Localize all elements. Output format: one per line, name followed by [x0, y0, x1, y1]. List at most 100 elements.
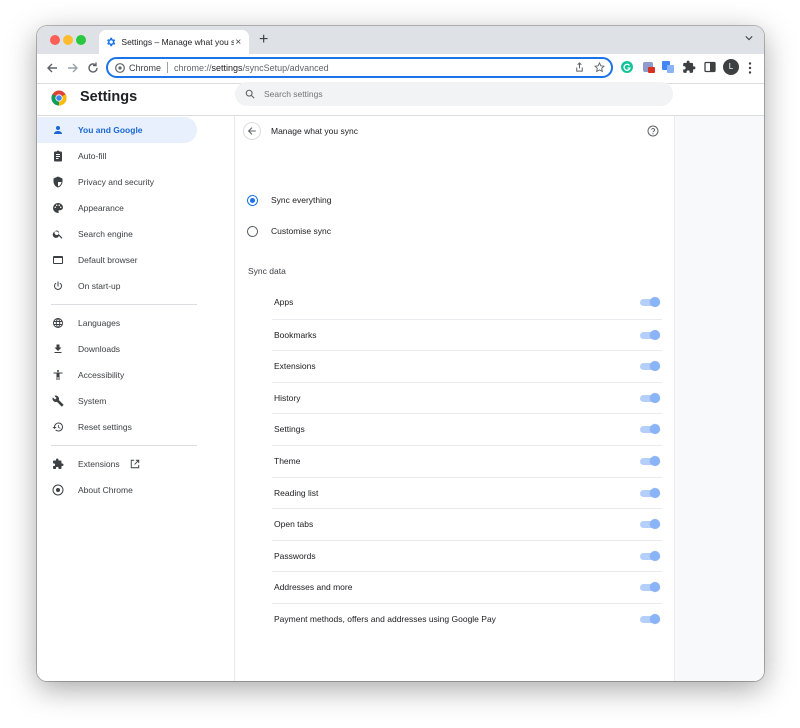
search-box[interactable] [235, 82, 673, 106]
sidebar-item-label: You and Google [78, 125, 143, 135]
customise-sync-option[interactable]: Customise sync [247, 224, 331, 238]
globe-icon [51, 316, 65, 330]
new-tab-button[interactable]: + [259, 31, 268, 49]
sidebar-item-autofill[interactable]: Auto-fill [37, 143, 197, 169]
sidebar-item-label: Extensions [78, 459, 120, 469]
sync-data-heading: Sync data [248, 266, 286, 276]
toggle-knob [650, 550, 660, 561]
minimize-window-button[interactable] [63, 35, 73, 45]
gear-icon [107, 37, 116, 47]
chrome-icon [51, 483, 65, 497]
sidebar-item-extensions[interactable]: Extensions [37, 451, 197, 477]
reset-icon [51, 420, 65, 434]
toggle-reading-list[interactable] [640, 487, 660, 498]
toggle-addresses[interactable] [640, 582, 660, 593]
star-icon[interactable] [594, 62, 605, 73]
sync-row-bookmarks: Bookmarks [272, 318, 662, 351]
sidebar-item-accessibility[interactable]: Accessibility [37, 362, 197, 388]
back-button[interactable] [243, 122, 261, 140]
tab-title: Settings – Manage what you sync [121, 37, 234, 47]
sync-item-label: Open tabs [274, 519, 314, 530]
sidebar-item-search-engine[interactable]: Search engine [37, 221, 197, 247]
sidebar-item-label: On start-up [78, 281, 121, 291]
sync-item-label: History [274, 392, 301, 403]
radio-label: Customise sync [271, 226, 331, 236]
forward-arrow-icon[interactable] [66, 61, 80, 75]
sidebar-item-appearance[interactable]: Appearance [37, 195, 197, 221]
sidebar-item-about-chrome[interactable]: About Chrome [37, 477, 197, 503]
omnibox-separator [167, 62, 169, 73]
share-icon[interactable] [574, 62, 585, 73]
sidebar-item-label: System [78, 396, 107, 406]
sidebar-item-you-and-google[interactable]: You and Google [37, 117, 197, 143]
sidebar-item-on-startup[interactable]: On start-up [37, 273, 197, 299]
toggle-history[interactable] [640, 392, 660, 403]
toggle-knob [650, 424, 660, 435]
toggle-bookmarks[interactable] [640, 329, 660, 340]
url-scheme: chrome:// [174, 62, 212, 73]
more-menu-icon[interactable] [748, 61, 752, 75]
sync-row-settings: Settings [272, 413, 662, 445]
sync-row-apps: Apps [272, 287, 662, 319]
sync-row-history: History [272, 381, 662, 414]
grammarly-extension-icon[interactable] [620, 60, 634, 74]
sync-item-label: Payment methods, offers and addresses us… [274, 614, 496, 624]
side-panel-icon[interactable] [703, 60, 717, 74]
settings-header: Settings [37, 82, 764, 116]
sync-item-label: Extensions [274, 361, 316, 372]
accessibility-icon [51, 368, 65, 382]
toggle-knob [650, 582, 660, 593]
omnibox-actions [574, 62, 605, 73]
toggle-knob [650, 456, 660, 466]
sync-everything-option[interactable]: Sync everything [247, 193, 331, 207]
toggle-passwords[interactable] [640, 550, 660, 561]
toggle-extensions[interactable] [640, 361, 660, 372]
sidebar-item-label: Appearance [78, 203, 124, 213]
sidebar-item-default-browser[interactable]: Default browser [37, 247, 197, 273]
url-path: /syncSetup/advanced [242, 62, 329, 73]
sidebar-item-label: Accessibility [78, 370, 125, 380]
sidebar-item-reset-settings[interactable]: Reset settings [37, 414, 197, 440]
address-bar[interactable]: Chrome chrome://settings/syncSetup/advan… [106, 57, 613, 78]
search-input[interactable] [264, 89, 644, 99]
radio-label: Sync everything [271, 195, 332, 205]
sidebar-item-privacy[interactable]: Privacy and security [37, 169, 197, 195]
sync-row-passwords: Passwords [272, 539, 662, 572]
translate-extension-icon[interactable] [661, 60, 675, 74]
open-in-new-icon [130, 459, 139, 469]
shield-icon [51, 175, 65, 189]
radio-customise-sync[interactable] [247, 225, 258, 237]
toggle-knob [650, 297, 660, 307]
sidebar-item-languages[interactable]: Languages [37, 310, 197, 336]
sidebar-item-label: Search engine [78, 229, 133, 239]
zoom-window-button[interactable] [76, 35, 86, 45]
help-icon[interactable] [647, 125, 659, 137]
sidebar-item-label: About Chrome [78, 485, 133, 495]
toggle-payment-methods[interactable] [640, 614, 660, 624]
url-text[interactable]: chrome://settings/syncSetup/advanced [174, 63, 329, 73]
toggle-open-tabs[interactable] [640, 519, 660, 530]
puzzle-icon[interactable] [682, 60, 696, 74]
download-icon [51, 342, 65, 356]
back-arrow-icon[interactable] [45, 61, 59, 75]
profile-avatar[interactable]: L [723, 59, 739, 75]
toggle-theme[interactable] [640, 456, 660, 466]
reload-icon[interactable] [86, 61, 100, 75]
sidebar-divider [51, 304, 197, 305]
sidebar-item-label: Languages [78, 318, 121, 328]
sidebar-item-downloads[interactable]: Downloads [37, 336, 197, 362]
radio-sync-everything[interactable] [247, 194, 258, 206]
toggle-apps[interactable] [640, 297, 660, 307]
sidebar-item-system[interactable]: System [37, 388, 197, 414]
tab-close-icon[interactable]: × [234, 37, 244, 48]
extension-badge-icon[interactable] [642, 60, 656, 74]
browser-window: Settings – Manage what you sync × + Chro… [37, 26, 764, 681]
close-window-button[interactable] [50, 35, 60, 45]
toggle-knob [650, 329, 660, 340]
sync-settings-card: Manage what you sync Sync everything Cus… [234, 116, 675, 681]
toggle-settings[interactable] [640, 424, 660, 435]
tab-settings[interactable]: Settings – Manage what you sync × [99, 30, 249, 54]
chevron-down-icon[interactable] [745, 34, 753, 42]
sidebar-item-label: Default browser [78, 255, 138, 265]
page-title: Settings [80, 89, 138, 105]
